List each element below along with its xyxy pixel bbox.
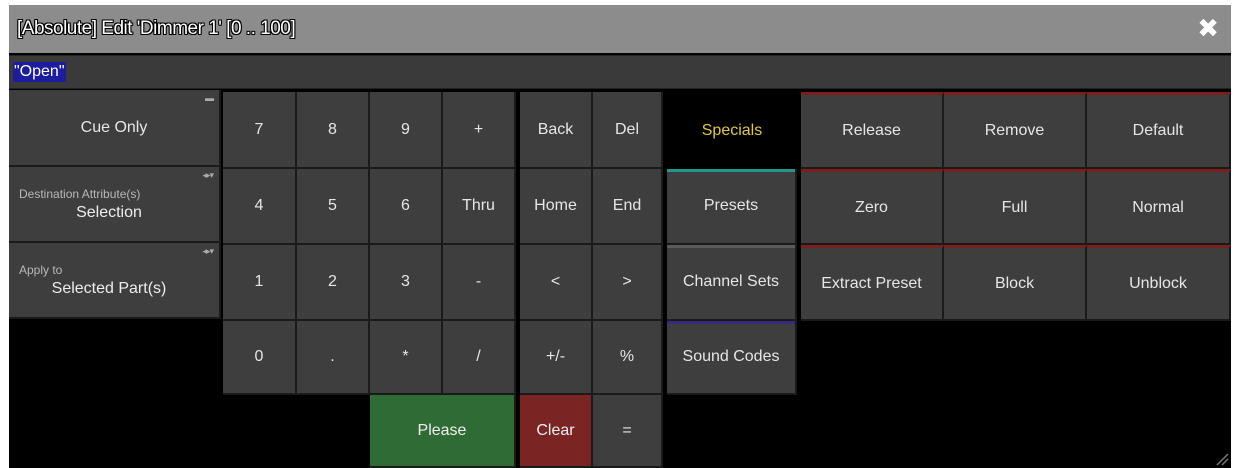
key-divide[interactable]: / — [443, 321, 516, 395]
cursor-right-button[interactable]: > — [593, 245, 663, 321]
key-plus[interactable]: + — [443, 92, 516, 169]
dropdown-arrows-icon: ◂▸▾ — [202, 170, 214, 180]
key-5[interactable]: 5 — [297, 169, 370, 245]
destination-attribute-button[interactable]: ◂▸▾ Destination Attribute(s) Selection — [9, 167, 221, 243]
key-9[interactable]: 9 — [370, 92, 443, 169]
key-minus[interactable]: - — [443, 245, 516, 321]
sign-toggle-button[interactable]: +/- — [520, 321, 593, 395]
title-bar: [Absolute] Edit 'Dimmer 1' [0 .. 100] ✖ — [9, 5, 1231, 53]
key-8[interactable]: 8 — [297, 92, 370, 169]
cursor-left-button[interactable]: < — [520, 245, 593, 321]
tab-presets[interactable]: Presets — [667, 169, 797, 245]
close-icon[interactable]: ✖ — [1197, 15, 1219, 41]
cue-only-button[interactable]: ▬ Cue Only — [9, 90, 221, 167]
tab-accent-line — [667, 169, 795, 172]
key-4[interactable]: 4 — [223, 169, 297, 245]
end-button[interactable]: End — [593, 169, 663, 245]
command-input-bar: "Open" — [9, 55, 1231, 89]
tab-specials[interactable]: Specials — [667, 92, 797, 169]
destination-caption: Destination Attribute(s) — [19, 186, 141, 201]
tab-channel-sets[interactable]: Channel Sets — [667, 245, 797, 321]
full-button[interactable]: Full — [944, 169, 1087, 245]
normal-button[interactable]: Normal — [1087, 169, 1231, 245]
resize-grip-icon[interactable] — [1215, 452, 1229, 466]
dropdown-arrows-icon: ◂▸▾ — [202, 246, 214, 256]
key-3[interactable]: 3 — [370, 245, 443, 321]
apply-to-value: Selected Part(s) — [51, 279, 167, 297]
cue-only-label: Cue Only — [80, 118, 148, 136]
key-7[interactable]: 7 — [223, 92, 297, 169]
key-thru[interactable]: Thru — [443, 169, 516, 245]
dialog-title: [Absolute] Edit 'Dimmer 1' [0 .. 100] — [17, 18, 296, 39]
tab-sound-codes[interactable]: Sound Codes — [667, 321, 797, 395]
destination-value: Selection — [76, 203, 142, 221]
key-decimal[interactable]: . — [297, 321, 370, 395]
key-0[interactable]: 0 — [223, 321, 297, 395]
key-2[interactable]: 2 — [297, 245, 370, 321]
equals-button[interactable]: = — [593, 395, 663, 468]
edit-dialog: [Absolute] Edit 'Dimmer 1' [0 .. 100] ✖ … — [9, 5, 1231, 468]
block-button[interactable]: Block — [944, 245, 1087, 321]
menu-indicator-icon: ▬ — [205, 93, 214, 103]
tab-presets-label: Presets — [703, 197, 759, 214]
clear-button[interactable]: Clear — [520, 395, 593, 468]
remove-button[interactable]: Remove — [944, 92, 1087, 169]
tab-accent-line — [667, 245, 795, 248]
command-input[interactable] — [13, 61, 1223, 83]
extract-preset-button[interactable]: Extract Preset — [801, 245, 944, 321]
zero-button[interactable]: Zero — [801, 169, 944, 245]
tab-channel-sets-label: Channel Sets — [682, 273, 780, 290]
tab-accent-line — [667, 321, 795, 324]
tab-sound-codes-label: Sound Codes — [682, 348, 780, 365]
back-button[interactable]: Back — [520, 92, 593, 169]
percent-button[interactable]: % — [593, 321, 663, 395]
key-1[interactable]: 1 — [223, 245, 297, 321]
delete-button[interactable]: Del — [593, 92, 663, 169]
unblock-button[interactable]: Unblock — [1087, 245, 1231, 321]
apply-to-button[interactable]: ◂▸▾ Apply to Selected Part(s) — [9, 243, 221, 319]
default-button[interactable]: Default — [1087, 92, 1231, 169]
release-button[interactable]: Release — [801, 92, 944, 169]
home-button[interactable]: Home — [520, 169, 593, 245]
key-6[interactable]: 6 — [370, 169, 443, 245]
please-button[interactable]: Please — [370, 395, 516, 468]
key-multiply[interactable]: * — [370, 321, 443, 395]
apply-to-caption: Apply to — [19, 262, 63, 277]
